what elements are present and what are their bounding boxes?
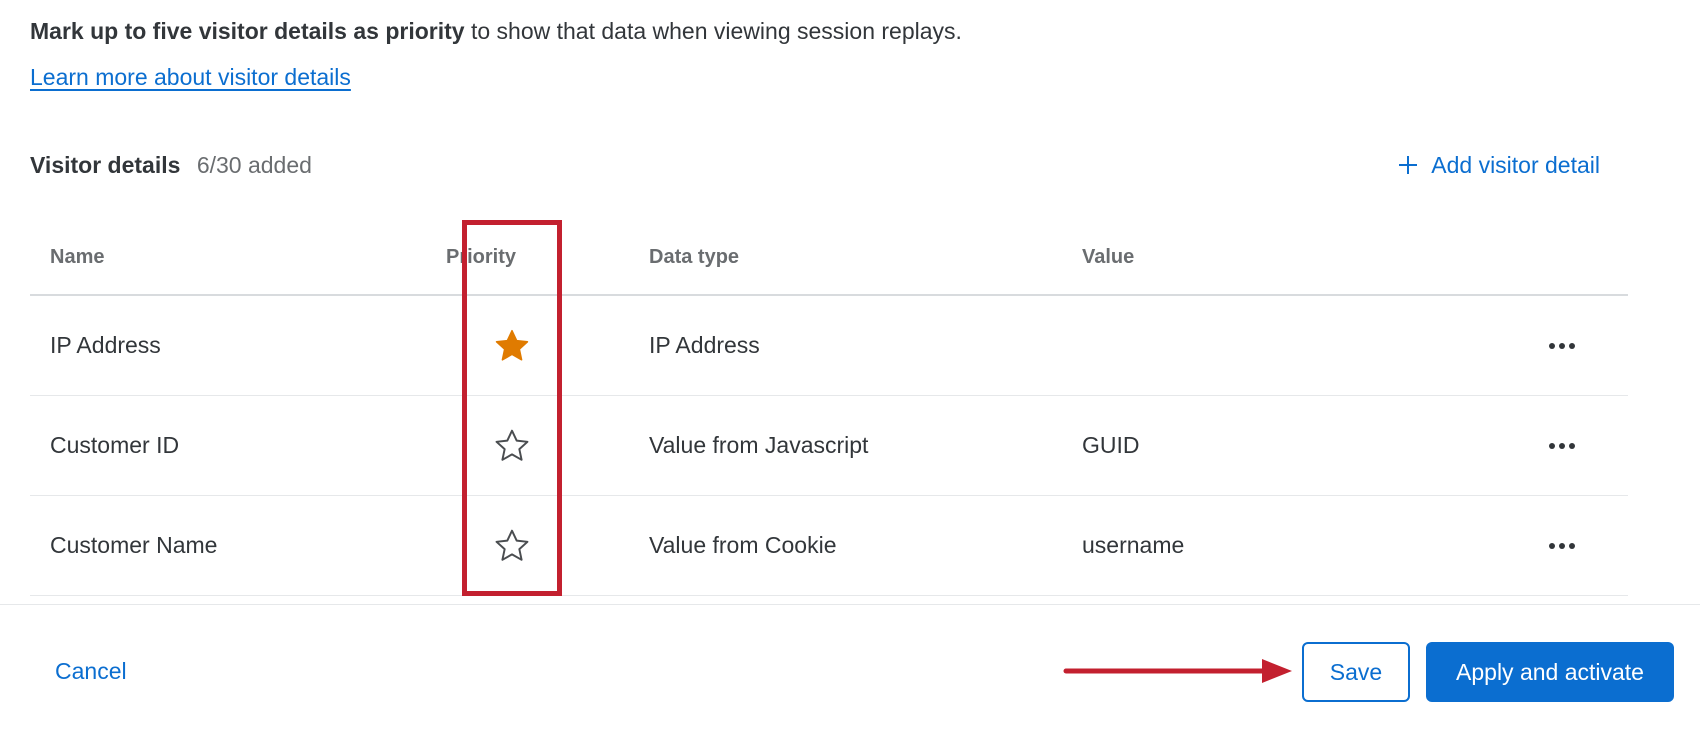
more-horizontal-icon[interactable] xyxy=(1544,334,1580,358)
row-data-type: IP Address xyxy=(649,332,760,358)
footer-divider xyxy=(0,604,1700,605)
table-row: IP Address IP Address xyxy=(30,296,1628,396)
table-row: Customer ID Value from Javascript GUID xyxy=(30,396,1628,496)
star-outline-icon[interactable] xyxy=(494,428,530,464)
column-header-value: Value xyxy=(1082,246,1135,268)
table-header: Name Priority Data type Value xyxy=(30,218,1628,296)
annotation-arrow xyxy=(1063,659,1292,683)
column-header-priority: Priority xyxy=(446,246,517,268)
row-name: Customer ID xyxy=(50,432,180,458)
row-data-type: Value from Cookie xyxy=(649,532,837,558)
visitor-details-table: Name Priority Data type Value IP Address… xyxy=(30,218,1628,596)
save-button[interactable]: Save xyxy=(1302,642,1410,702)
intro-bold-text: Mark up to five visitor details as prior… xyxy=(30,18,465,44)
star-outline-icon[interactable] xyxy=(494,528,530,564)
column-header-name: Name xyxy=(50,246,105,268)
learn-more-link[interactable]: Learn more about visitor details xyxy=(30,62,351,92)
section-count: 6/30 added xyxy=(196,152,312,178)
row-name: Customer Name xyxy=(50,532,218,558)
row-name: IP Address xyxy=(50,332,161,358)
cancel-button[interactable]: Cancel xyxy=(55,656,127,686)
column-header-data-type: Data type xyxy=(649,246,740,268)
intro-text: Mark up to five visitor details as prior… xyxy=(30,16,962,46)
table-row: Customer Name Value from Cookie username xyxy=(30,496,1628,596)
row-value: username xyxy=(1082,532,1185,558)
star-filled-icon[interactable] xyxy=(494,328,530,364)
add-visitor-detail-button[interactable]: Add visitor detail xyxy=(1397,150,1600,180)
row-value: GUID xyxy=(1082,432,1140,458)
more-horizontal-icon[interactable] xyxy=(1544,534,1580,558)
add-visitor-detail-label: Add visitor detail xyxy=(1431,152,1600,178)
intro-rest-text: to show that data when viewing session r… xyxy=(464,18,962,44)
more-horizontal-icon[interactable] xyxy=(1544,434,1580,458)
plus-icon xyxy=(1399,156,1418,174)
section-header: Visitor details 6/30 added xyxy=(30,150,312,180)
section-title: Visitor details xyxy=(30,152,181,178)
apply-and-activate-button[interactable]: Apply and activate xyxy=(1426,642,1674,702)
row-data-type: Value from Javascript xyxy=(649,432,869,458)
